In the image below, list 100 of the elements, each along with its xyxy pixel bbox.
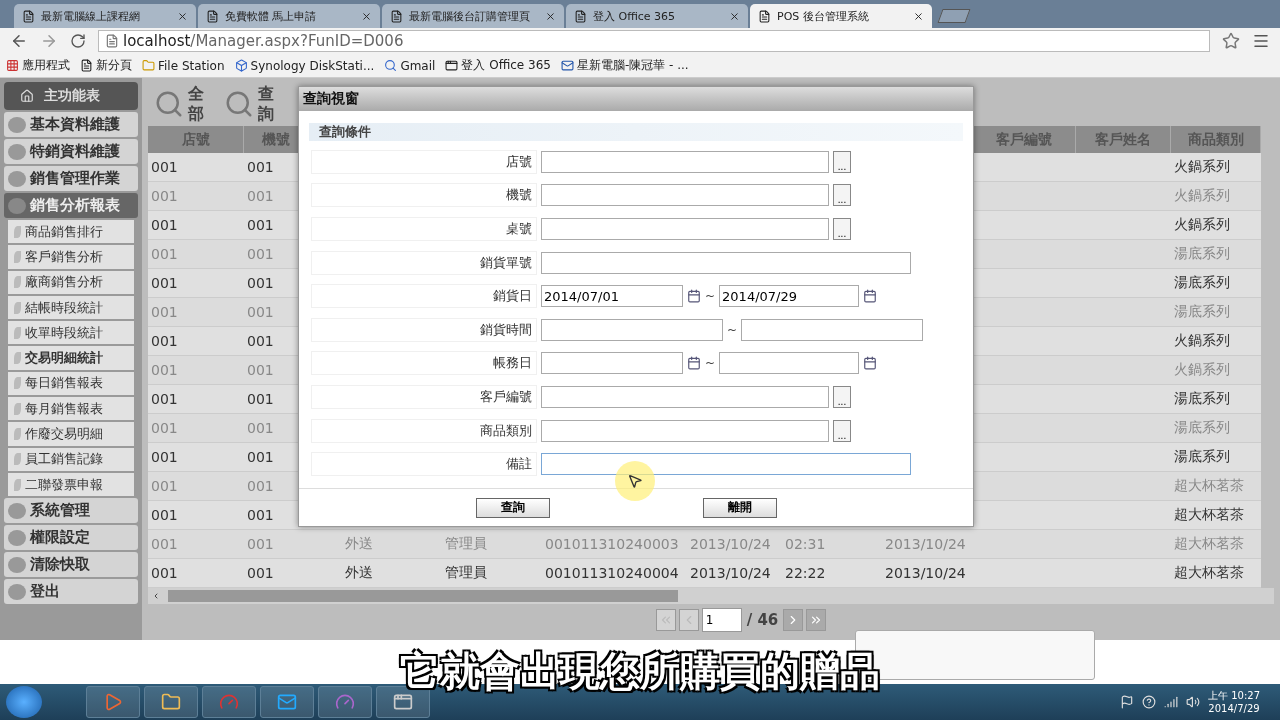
field-label: 銷貨單號 — [311, 250, 537, 275]
table-cell: 001 — [148, 240, 244, 269]
table-cell: 001 — [148, 501, 244, 530]
menu-group[interactable]: 基本資料維護 — [4, 112, 138, 137]
video-subtitle: 它就會出現您所購買的贈品 — [400, 648, 880, 694]
browser-tab[interactable]: 免費軟體 馬上申請 — [198, 4, 380, 28]
table-cell: 001 — [244, 530, 342, 559]
menu-group[interactable]: 銷售分析報表 — [4, 193, 138, 218]
dialog-button[interactable]: 離開 — [702, 497, 777, 518]
dialog-button[interactable]: 查詢 — [475, 497, 550, 518]
field-label: 機號 — [311, 183, 537, 208]
table-cell: 001 — [148, 385, 244, 414]
lookup-button[interactable]: ... — [833, 218, 851, 240]
table-cell: 火鍋系列 — [1171, 211, 1261, 240]
field-label: 店號 — [311, 149, 537, 174]
menu-item[interactable]: 結帳時段統計 — [8, 295, 134, 320]
browser-tab[interactable]: 最新電腦後台訂購管理頁 — [382, 4, 564, 28]
menu-item[interactable]: 員工銷售記錄 — [8, 447, 134, 471]
menu-item[interactable]: 每日銷售報表 — [8, 371, 134, 396]
browser-tab[interactable]: 最新電腦線上課程網 — [14, 4, 196, 28]
field-label: 客戶編號 — [311, 384, 537, 409]
table-cell: 管理員 — [442, 559, 542, 588]
menu-group[interactable]: 特銷資料維護 — [4, 139, 138, 164]
table-cell: 火鍋系列 — [1171, 327, 1261, 356]
bookmark-link[interactable]: 新分頁 — [80, 57, 132, 74]
page-field[interactable]: 1 — [701, 608, 742, 632]
menu-item[interactable]: 收單時段統計 — [8, 321, 134, 345]
table-cell: 2013/10/24 — [882, 559, 972, 588]
table-cell: 001 — [148, 472, 244, 501]
table-cell: 2013/10/24 — [687, 530, 782, 559]
range-separator: ~ — [705, 289, 716, 304]
bookmark-link[interactable]: 應用程式 — [6, 57, 70, 74]
table-cell: 22:22 — [782, 559, 882, 588]
table-cell: 001 — [148, 443, 244, 472]
table-cell: 001 — [148, 153, 244, 182]
field-label: 帳務日 — [311, 351, 537, 376]
bookmark-link[interactable]: Synology DiskStati... — [234, 58, 375, 73]
table-cell: 湯底系列 — [1171, 269, 1261, 298]
table-cell: 湯底系列 — [1171, 443, 1261, 472]
menu-item[interactable]: 每月銷售報表 — [8, 397, 134, 421]
toolbar-button[interactable]: 全 部 — [148, 84, 210, 124]
section-header: 查詢條件 — [309, 123, 963, 141]
table-cell: 001 — [148, 414, 244, 443]
lookup-button[interactable]: ... — [833, 385, 851, 408]
browser-tab[interactable]: POS 後台管理系統 — [750, 4, 932, 28]
lookup-button[interactable]: ... — [833, 184, 851, 207]
sidebar-title: 主功能表 — [4, 82, 138, 110]
table-cell: 001 — [148, 269, 244, 298]
table-cell: 火鍋系列 — [1171, 356, 1261, 385]
field-label: 商品類別 — [311, 418, 537, 443]
table-cell: 超大杯茗茶 — [1171, 501, 1261, 530]
table-cell: 001011310240003 — [542, 530, 687, 559]
address-field[interactable]: localhost/Manager.aspx?FunID=D006 — [98, 30, 1210, 52]
table-cell: 超大杯茗茶 — [1171, 530, 1261, 559]
table-cell: 湯底系列 — [1171, 240, 1261, 269]
table-cell: 湯底系列 — [1171, 298, 1261, 327]
menu-item[interactable]: 二聯發票申報 — [8, 472, 134, 497]
menu-item[interactable]: 廠商銷售分析 — [8, 270, 134, 294]
table-cell: 2013/10/24 — [687, 559, 782, 588]
table-cell: 001 — [148, 327, 244, 356]
page-total: / 46 — [746, 611, 779, 629]
menu-group[interactable]: 登出 — [4, 579, 138, 605]
menu-group[interactable]: 系統管理 — [4, 498, 138, 524]
field-label: 銷貨時間 — [311, 317, 537, 342]
menu-item[interactable]: 商品銷售排行 — [8, 220, 134, 244]
field-label: 桌號 — [311, 217, 537, 241]
table-cell: 02:31 — [782, 530, 882, 559]
dialog-title: 查詢視窗 — [299, 87, 973, 111]
table-cell: 001011310240004 — [542, 559, 687, 588]
lookup-button[interactable]: ... — [833, 150, 851, 173]
table-cell: 火鍋系列 — [1171, 182, 1261, 211]
field-label: 銷貨日 — [311, 284, 537, 309]
menu-group[interactable]: 權限設定 — [4, 525, 138, 551]
bookmark-link[interactable]: 登入 Office 365 — [445, 57, 551, 74]
clock[interactable]: 上午 10:27 2014/7/29 — [1208, 689, 1260, 715]
menu-item[interactable]: 交易明細統計 — [8, 346, 134, 370]
range-separator: ~ — [705, 356, 716, 371]
table-cell: 超大杯茗茶 — [1171, 472, 1261, 501]
table-cell: 外送 — [342, 530, 442, 559]
menu-item[interactable]: 客戶銷售分析 — [8, 245, 134, 269]
table-cell: 001 — [148, 530, 244, 559]
table-cell: 001 — [148, 298, 244, 327]
table-cell: 湯底系列 — [1171, 385, 1261, 414]
menu-group[interactable]: 清除快取 — [4, 552, 138, 578]
date-field[interactable]: 2014/07/01 — [541, 285, 683, 308]
bookmark-link[interactable]: File Station — [142, 58, 225, 73]
menu-group[interactable]: 銷售管理作業 — [4, 166, 138, 191]
table-cell: 火鍋系列 — [1171, 153, 1261, 182]
table-cell: 001 — [148, 559, 244, 588]
bookmark-link[interactable]: Gmail — [384, 58, 436, 73]
date-field[interactable]: 2014/07/29 — [719, 285, 860, 308]
browser-tab[interactable]: 登入 Office 365 — [566, 4, 748, 28]
table-cell: 超大杯茗茶 — [1171, 559, 1261, 588]
toolbar-button[interactable]: 查 詢 — [218, 84, 280, 124]
field-label: 備註 — [311, 452, 537, 477]
table-cell: 001 — [148, 182, 244, 211]
menu-item[interactable]: 作廢交易明細 — [8, 422, 134, 446]
bookmark-link[interactable]: 星新電腦-陳冠華 - ... — [560, 57, 689, 74]
table-cell: 管理員 — [442, 530, 542, 559]
lookup-button[interactable]: ... — [833, 419, 851, 442]
